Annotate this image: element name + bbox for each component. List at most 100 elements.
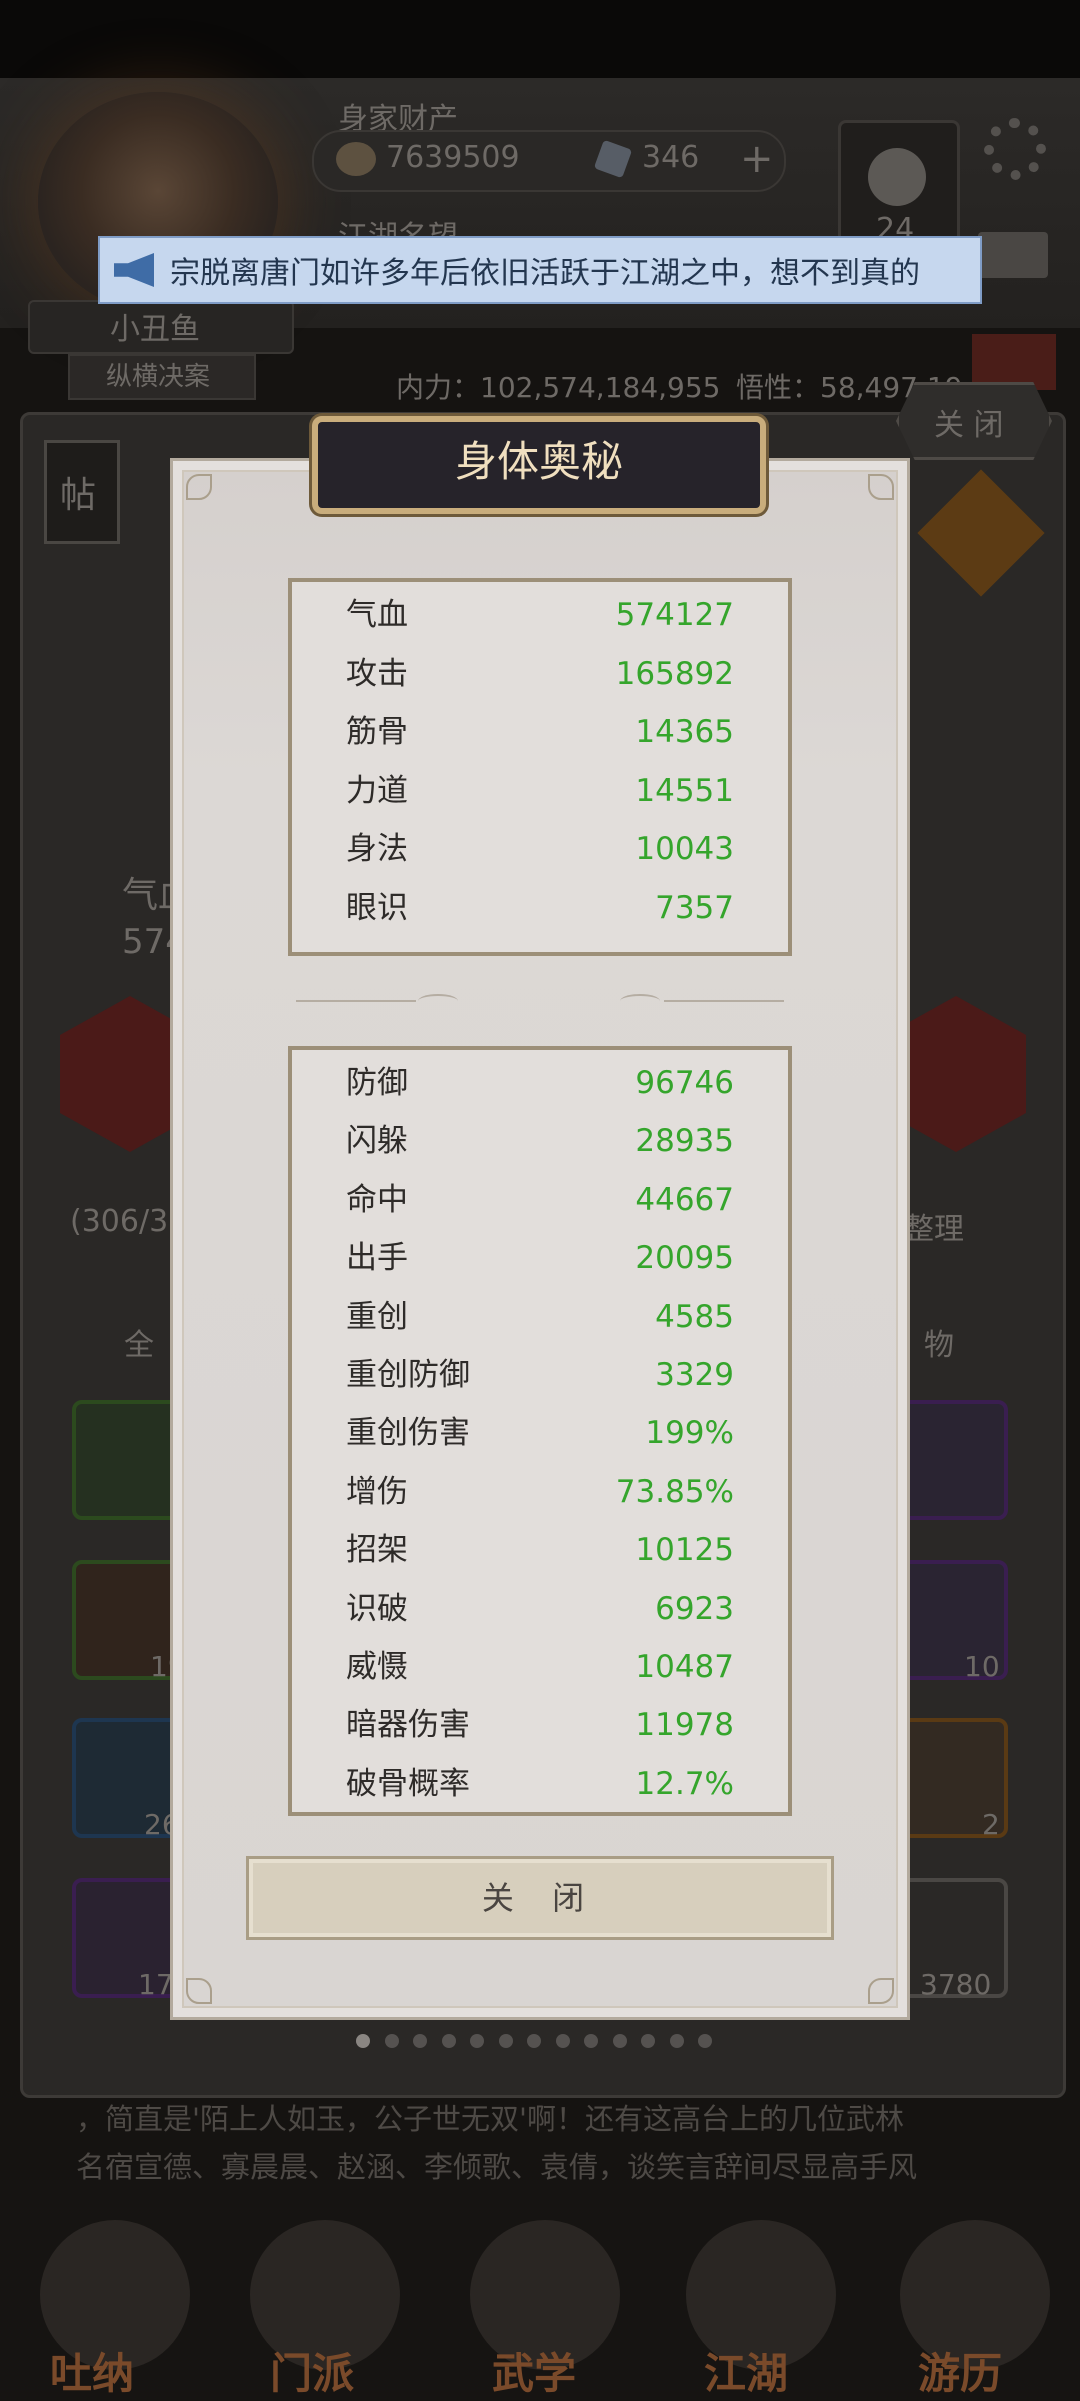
slot-count: 2 — [982, 1808, 1000, 1841]
nav-travel[interactable]: 游历 — [918, 2340, 1002, 2401]
slot-count: 10 — [964, 1650, 1000, 1683]
nav-tuna[interactable]: 吐纳 — [50, 2340, 134, 2401]
stat-name: 重创伤害 — [346, 1415, 470, 1452]
stat-name: 防御 — [346, 1065, 408, 1101]
jade-amount: 346 — [642, 140, 700, 175]
stat-row: 重创伤害 199% — [292, 1404, 788, 1462]
stat-value: 574127 — [615, 597, 734, 633]
page-dot[interactable] — [612, 2034, 627, 2048]
invitation-label: 帖 — [60, 475, 97, 516]
player-name: 小丑鱼 — [110, 312, 200, 347]
stat-name: 命中 — [346, 1181, 408, 1218]
page-dot[interactable] — [641, 2034, 655, 2048]
stat-value: 12.7% — [635, 1765, 734, 1802]
announcement-banner: 宗脱离唐门如许多年后依旧活跃于江湖之中，想不到真的 — [98, 236, 982, 304]
page-dot[interactable] — [470, 2034, 484, 2048]
page-dot[interactable] — [413, 2034, 427, 2048]
stat-row: 眼识 7357 — [292, 879, 788, 937]
close-button[interactable]: 关 闭 — [246, 1856, 834, 1940]
stat-name: 重创 — [346, 1298, 408, 1335]
silver-icon — [336, 142, 376, 176]
stat-row: 破骨概率 12.7% — [292, 1755, 788, 1812]
sort-button[interactable]: 整理 — [904, 1204, 964, 1248]
page-dot[interactable] — [555, 2034, 570, 2048]
corner-ornament-icon — [868, 1978, 894, 2004]
nav-martial[interactable]: 武学 — [492, 2340, 576, 2401]
tab-items[interactable]: 物 — [924, 1320, 954, 1364]
stat-value: 44667 — [635, 1181, 734, 1218]
stat-row: 重创 4585 — [292, 1288, 788, 1346]
stat-name: 力道 — [346, 772, 408, 809]
stat-row: 筋骨 14365 — [292, 703, 788, 761]
stat-value: 199% — [645, 1415, 734, 1452]
divider — [296, 1000, 416, 1002]
nav-sect[interactable]: 门派 — [270, 2340, 354, 2401]
stat-value: 11978 — [635, 1707, 734, 1744]
page-dot[interactable] — [356, 2034, 370, 2048]
slot-count: 17 — [138, 1968, 174, 2001]
page-dot[interactable] — [698, 2034, 712, 2048]
stat-name: 气血 — [346, 597, 408, 633]
stat-row: 攻击 165892 — [292, 645, 788, 703]
stat-name: 增伤 — [346, 1473, 408, 1510]
corner-ornament-icon — [186, 1978, 212, 2004]
stat-row: 威慑 10487 — [292, 1638, 788, 1696]
base-stats-panel: 气血 574127 攻击 165892 筋骨 14365 力道 14551 身法 10043 眼识 7… — [288, 578, 792, 956]
page-dot[interactable] — [669, 2034, 684, 2048]
mail-icon[interactable] — [978, 232, 1048, 278]
stat-row: 增伤 73.85% — [292, 1463, 788, 1521]
nav-jianghu[interactable]: 江湖 — [704, 2340, 788, 2401]
stat-value: 7357 — [655, 890, 734, 926]
neili-stat: 内力：102,574,184,955 — [396, 371, 721, 404]
stat-row: 暗器伤害 11978 — [292, 1696, 788, 1754]
divider-ornament-icon — [418, 994, 458, 1008]
yinyang-icon — [868, 148, 926, 206]
stat-name: 破骨概率 — [346, 1765, 470, 1802]
slot-count: 3780 — [920, 1968, 992, 2001]
stat-value: 165892 — [615, 655, 734, 692]
stat-row: 防御 96746 — [292, 1054, 788, 1112]
combat-stats-panel[interactable]: 防御 96746 闪躲 28935 命中 44667 出手 20095 重创 4585 重创防御 33… — [288, 1046, 792, 1816]
page-dot[interactable] — [441, 2034, 456, 2048]
inventory-slot[interactable] — [72, 1400, 182, 1520]
bag-capacity: (306/3 — [70, 1204, 169, 1239]
divider — [664, 1000, 784, 1002]
status-bar — [0, 0, 1080, 78]
add-currency-icon[interactable]: + — [740, 136, 774, 182]
stat-name: 识破 — [346, 1590, 408, 1627]
page-dot[interactable] — [527, 2034, 541, 2048]
red-menu-button[interactable] — [972, 334, 1056, 390]
stat-name: 闪躲 — [346, 1123, 408, 1160]
stat-name: 招架 — [346, 1532, 408, 1569]
stat-row: 气血 574127 — [292, 586, 788, 644]
gear-icon[interactable] — [984, 118, 1046, 180]
inventory-slot[interactable] — [898, 1400, 1008, 1520]
tab-all[interactable]: 全 — [124, 1320, 154, 1364]
corner-ornament-icon — [868, 474, 894, 500]
stat-value: 20095 — [635, 1240, 734, 1277]
announcement-text: 宗脱离唐门如许多年后依旧活跃于江湖之中，想不到真的 — [170, 256, 920, 291]
divider-ornament-icon — [620, 994, 660, 1008]
stat-row: 力道 14551 — [292, 762, 788, 820]
stat-row: 识破 6923 — [292, 1580, 788, 1638]
corner-ornament-icon — [186, 474, 212, 500]
page-dot[interactable] — [584, 2034, 598, 2048]
page-dot[interactable] — [498, 2034, 513, 2048]
stat-name: 筋骨 — [346, 714, 408, 751]
stat-value: 14365 — [635, 714, 734, 751]
stat-value: 10487 — [635, 1649, 734, 1685]
stat-row: 命中 44667 — [292, 1171, 788, 1229]
stat-name: 暗器伤害 — [346, 1707, 470, 1744]
page-indicator — [356, 2030, 726, 2050]
currency-bar — [312, 130, 786, 192]
stat-row: 重创防御 3329 — [292, 1346, 788, 1404]
stat-name: 威慑 — [346, 1649, 408, 1685]
stat-value: 6923 — [655, 1590, 734, 1627]
page-dot[interactable] — [384, 2034, 399, 2048]
stat-name: 身法 — [346, 831, 408, 868]
stat-row: 出手 20095 — [292, 1229, 788, 1287]
stat-name: 重创防御 — [346, 1357, 470, 1393]
player-title: 纵横决案 — [106, 362, 211, 392]
stat-row: 身法 10043 — [292, 820, 788, 878]
stat-name: 出手 — [346, 1240, 408, 1277]
